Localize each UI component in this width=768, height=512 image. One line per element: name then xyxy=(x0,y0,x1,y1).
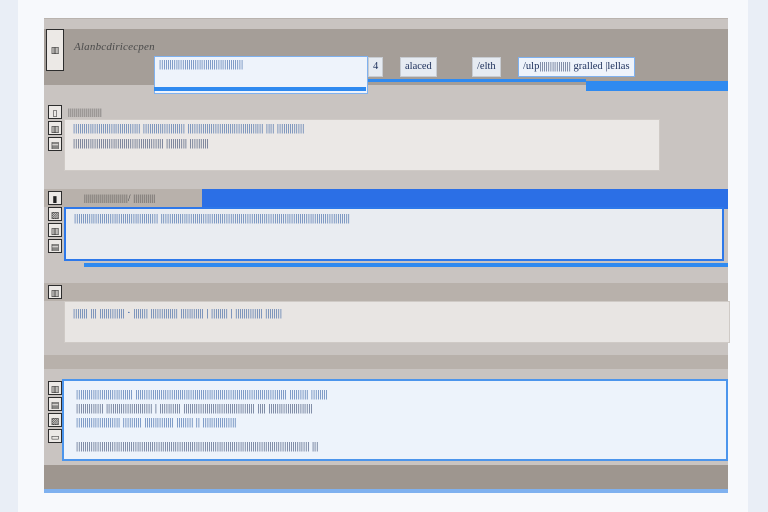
panel-2-icon-b[interactable]: ▥ xyxy=(48,121,62,135)
toolbar-panel: ▥ Alanbcdiricecpen |||||||||||||||||||||… xyxy=(44,19,728,97)
tab-strip-accent xyxy=(368,79,586,82)
panel-3-icon-c[interactable]: ▥ xyxy=(48,223,62,237)
panel-2-label: ||||||||||||||||| xyxy=(68,107,103,117)
panel-5-icons: ▥ ▤ ▨ ▭ xyxy=(48,381,62,443)
panel-3-label: ||||||||||||||||||||||/ ||||||||||| xyxy=(84,193,156,203)
frame-left-edge xyxy=(0,0,18,512)
panel-5-icon-a[interactable]: ▥ xyxy=(48,381,62,395)
panel-2-line-2: ||||||||||||||||||||||||||||||||||||||||… xyxy=(73,138,209,149)
tab-4[interactable]: /ulp||||||||||||||| gralled |lellas xyxy=(518,57,635,77)
panel-3: ▮ ▨ ▥ ▤ ||||||||||||||||||||||/ ||||||||… xyxy=(44,183,728,271)
panel-4-icons: ▥ xyxy=(48,285,62,299)
panel-4: ▥ ||||||| ||| |||||||||||| · ||||||| |||… xyxy=(44,277,730,349)
panel-2-icons: ▯ ▥ ▤ xyxy=(48,105,62,151)
panel-3-icon-a[interactable]: ▮ xyxy=(48,191,62,205)
panel-4-content: ||||||| ||| |||||||||||| · ||||||| |||||… xyxy=(64,301,730,343)
panel-5-header xyxy=(44,355,728,369)
toolbar-input-text: |||||||||||||||||||||||||||||||||||||||| xyxy=(159,59,244,70)
panel-4-line-1: ||||||| ||| |||||||||||| · ||||||| |||||… xyxy=(73,308,282,319)
panel-5-line-1: ||||||||||||||||||||||||||| ||||||||||||… xyxy=(76,389,328,400)
panel-3-underline xyxy=(84,263,728,267)
panel-5-icon-c[interactable]: ▨ xyxy=(48,413,62,427)
panel-5-icon-b[interactable]: ▤ xyxy=(48,397,62,411)
app-icon[interactable]: ▥ xyxy=(46,29,64,71)
panel-3-selected-content[interactable]: ||||||||||||||||||||||||||||||||||||||||… xyxy=(64,207,724,261)
panel-5: ▥ ▤ ▨ ▭ ||||||||||||||||||||||||||| ||||… xyxy=(44,355,728,461)
tab-1[interactable]: 4 xyxy=(368,57,384,77)
panel-5-icon-d[interactable]: ▭ xyxy=(48,429,62,443)
panel-5-line-4: ||||||||||||||||||||||||||||||||||||||||… xyxy=(76,441,319,452)
panel-2: ▯ ▥ ▤ ||||||||||||||||| ||||||||||||||||… xyxy=(44,101,728,177)
panel-5-line-3: ||||||||||||||||||||| ||||||||| ||||||||… xyxy=(76,417,237,428)
panel-4-header xyxy=(44,283,728,301)
status-bar-accent xyxy=(44,489,728,493)
panel-3-line-1: ||||||||||||||||||||||||||||||||||||||||… xyxy=(74,213,350,224)
tab-2[interactable]: alaced xyxy=(400,57,437,77)
panel-2-content: |||||||||||||||||||||||||||||||| |||||||… xyxy=(64,119,660,171)
tab-3[interactable]: /elth xyxy=(472,57,501,77)
toolbar-underline xyxy=(154,87,366,91)
frame-right-edge xyxy=(748,0,768,512)
panel-3-icon-d[interactable]: ▤ xyxy=(48,239,62,253)
panel-5-line-2: ||||||||||||| |||||||||||||||||||||| | |… xyxy=(76,403,313,414)
toolbar-progress-strip xyxy=(586,81,728,91)
panel-3-selected-header[interactable] xyxy=(202,189,728,209)
panel-3-icon-b[interactable]: ▨ xyxy=(48,207,62,221)
panel-2-line-1: |||||||||||||||||||||||||||||||| |||||||… xyxy=(73,123,305,134)
panel-5-content[interactable]: ||||||||||||||||||||||||||| ||||||||||||… xyxy=(62,379,728,461)
window-title: Alanbcdiricecpen xyxy=(74,41,155,53)
panel-2-icon-c[interactable]: ▤ xyxy=(48,137,62,151)
panel-2-icon-a[interactable]: ▯ xyxy=(48,105,62,119)
application-window: ▥ Alanbcdiricecpen |||||||||||||||||||||… xyxy=(44,18,730,493)
panel-4-icon-a[interactable]: ▥ xyxy=(48,285,62,299)
panel-3-icons: ▮ ▨ ▥ ▤ xyxy=(48,191,62,253)
